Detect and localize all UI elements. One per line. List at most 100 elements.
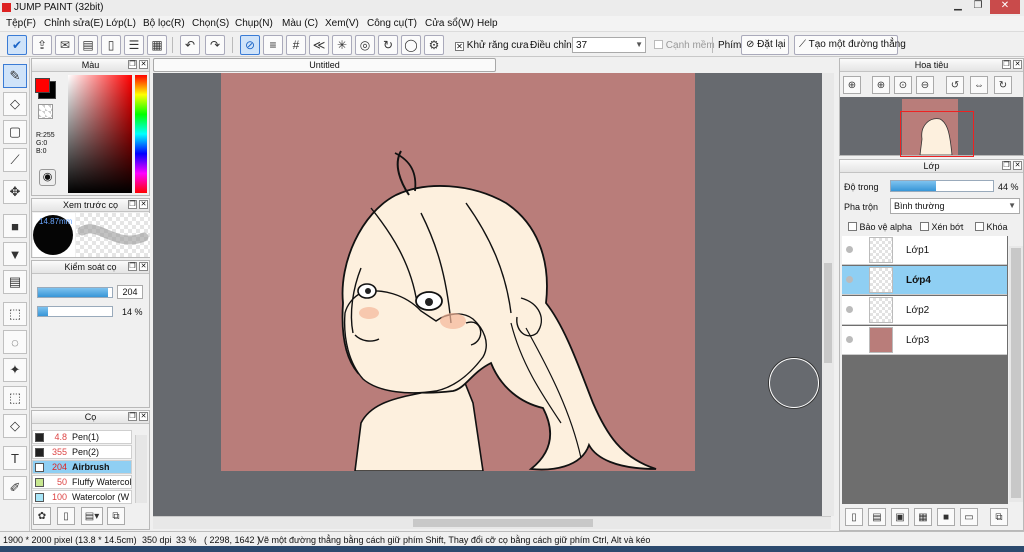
straight-line-button[interactable]: ⟋ Tạo một đường thẳng (794, 35, 906, 55)
undock-icon[interactable]: ❐ (128, 262, 137, 271)
snap-settings-icon[interactable]: ⚙ (424, 35, 444, 55)
pen-tool-icon[interactable]: ✎ (3, 64, 27, 88)
lock-checkbox[interactable]: Khóa (975, 222, 1008, 232)
layer-merge-icon[interactable]: ▣ (891, 508, 909, 526)
close-icon[interactable]: ✕ (990, 0, 1020, 14)
concentric-snap-icon[interactable]: ◎ (355, 35, 375, 55)
undock-icon[interactable]: ❐ (128, 412, 137, 421)
new-layer-copy-icon[interactable]: ▤ (868, 508, 886, 526)
zoom-fit-icon[interactable]: ⊕ (843, 76, 861, 94)
share-icon[interactable]: ⇪ (32, 35, 52, 55)
message-icon[interactable]: ▤ (78, 35, 98, 55)
rotate-right-icon[interactable]: ↻ (994, 76, 1012, 94)
palette-icon[interactable]: ◉ (39, 169, 56, 186)
brush-item[interactable]: 50 Fluffy Watercol (32, 475, 132, 489)
hue-slider[interactable] (135, 75, 147, 193)
lasso-select-icon[interactable]: ◌ (3, 330, 27, 354)
shape-tool-icon[interactable]: ▢ (3, 120, 27, 144)
menu-view[interactable]: Xem(V) (325, 18, 359, 29)
bucket-tool-icon[interactable]: ▼ (3, 242, 27, 266)
layer-row[interactable]: Lớp4 (842, 266, 1007, 295)
parallel-snap-icon[interactable]: ≡ (263, 35, 283, 55)
brush-item[interactable]: 100 Watercolor (W (32, 490, 132, 504)
line-tool-icon[interactable]: ⟋ (3, 148, 27, 172)
new-brush-icon[interactable]: ▯ (57, 507, 75, 525)
magic-wand-icon[interactable]: ✦ (3, 358, 27, 382)
brush-settings-icon[interactable]: ✿ (33, 507, 51, 525)
brush-size-slider[interactable] (37, 287, 113, 298)
menu-filter[interactable]: Bộ lọc(R) (143, 18, 185, 29)
canvas-horizontal-scrollbar[interactable] (153, 516, 831, 529)
maximize-icon[interactable]: ❐ (968, 0, 988, 14)
undo-icon[interactable]: ↶ (180, 35, 200, 55)
folder-icon[interactable]: ■ (937, 508, 955, 526)
document-icon[interactable]: ▯ (101, 35, 121, 55)
layer-delete-icon[interactable]: ▭ (960, 508, 978, 526)
navigator-viewport[interactable] (900, 111, 974, 157)
visibility-icon[interactable] (846, 336, 853, 343)
text-tool-icon[interactable]: T (3, 446, 27, 470)
canvas-document[interactable] (221, 73, 695, 471)
minimize-icon[interactable]: ▁ (948, 0, 968, 14)
undock-icon[interactable]: ❐ (1002, 161, 1011, 170)
zoom-in-icon[interactable]: ⊕ (872, 76, 890, 94)
layer-scroll-thumb[interactable] (1011, 248, 1021, 498)
ellipse-snap-icon[interactable]: ◯ (401, 35, 421, 55)
grid-edit-icon[interactable]: ▦ (147, 35, 167, 55)
menu-select[interactable]: Chọn(S) (192, 18, 229, 29)
list-icon[interactable]: ☰ (124, 35, 144, 55)
visibility-icon[interactable] (846, 246, 853, 253)
redo-icon[interactable]: ↷ (205, 35, 225, 55)
rect-select-icon[interactable]: ⬚ (3, 302, 27, 326)
canvas-area[interactable] (153, 73, 822, 516)
comment-icon[interactable]: ✉ (55, 35, 75, 55)
menu-color[interactable]: Màu (C) (282, 18, 318, 29)
menu-tools[interactable]: Công cụ(T) (367, 18, 417, 29)
layer-row[interactable]: Lớp2 (842, 296, 1007, 325)
foreground-color-swatch[interactable] (35, 78, 50, 93)
menu-edit[interactable]: Chỉnh sửa(E) (44, 18, 104, 29)
antialias-checkbox[interactable]: ✕ Khử răng cưa (455, 40, 529, 51)
close-icon[interactable]: ✕ (139, 200, 148, 209)
visibility-icon[interactable] (846, 276, 853, 283)
perspective-snap-icon[interactable]: ≪ (309, 35, 329, 55)
rotate-left-icon[interactable]: ↺ (946, 76, 964, 94)
canvas-vertical-scrollbar[interactable] (822, 73, 834, 516)
close-icon[interactable]: ✕ (139, 262, 148, 271)
zoom-reset-icon[interactable]: ⊙ (894, 76, 912, 94)
select-eraser-icon[interactable]: ◇ (3, 414, 27, 438)
gradient-tool-icon[interactable]: ▤ (3, 270, 27, 294)
eyedropper-tool-icon[interactable]: ✐ (3, 476, 27, 500)
rect-fill-tool-icon[interactable]: ■ (3, 214, 27, 238)
menu-window[interactable]: Cửa sổ(W) (425, 18, 474, 29)
horizontal-scroll-thumb[interactable] (413, 519, 593, 527)
vertical-scroll-thumb[interactable] (824, 263, 832, 363)
menu-layer[interactable]: Lớp(L) (106, 18, 136, 29)
brush-item[interactable]: 204 Airbrush (32, 460, 132, 474)
clipping-checkbox[interactable]: Xén bớt (920, 222, 963, 232)
soft-edge-checkbox[interactable]: Cạnh mềm (654, 40, 715, 51)
blend-mode-select[interactable]: Bình thường ▼ (890, 198, 1020, 214)
visibility-icon[interactable] (846, 306, 853, 313)
brush-menu-icon[interactable]: ▤▾ (81, 507, 103, 525)
brush-opacity-slider[interactable] (37, 306, 113, 317)
move-tool-icon[interactable]: ✥ (3, 180, 27, 204)
menu-help[interactable]: Help (477, 18, 498, 29)
transparent-color-icon[interactable] (38, 104, 53, 119)
menu-file[interactable]: Tệp(F) (6, 18, 36, 29)
close-icon[interactable]: ✕ (1013, 60, 1022, 69)
saturation-value-picker[interactable] (68, 75, 132, 193)
new-layer-icon[interactable]: ▯ (845, 508, 863, 526)
select-pen-icon[interactable]: ⬚ (3, 386, 27, 410)
curve-snap-icon[interactable]: ↻ (378, 35, 398, 55)
layer-duplicate-icon[interactable]: ⧉ (990, 508, 1008, 526)
undock-icon[interactable]: ❐ (1002, 60, 1011, 69)
layer-row[interactable]: Lớp1 (842, 236, 1007, 265)
menu-capture[interactable]: Chụp(N) (235, 18, 273, 29)
grid-snap-icon[interactable]: # (286, 35, 306, 55)
brush-item[interactable]: 355 Pen(2) (32, 445, 132, 459)
stabilizer-icon[interactable]: ✔ (7, 35, 27, 55)
brush-list-scrollbar[interactable] (135, 435, 147, 503)
layer-list-scrollbar[interactable] (1009, 246, 1023, 502)
canvas-tab[interactable]: Untitled (153, 58, 496, 72)
